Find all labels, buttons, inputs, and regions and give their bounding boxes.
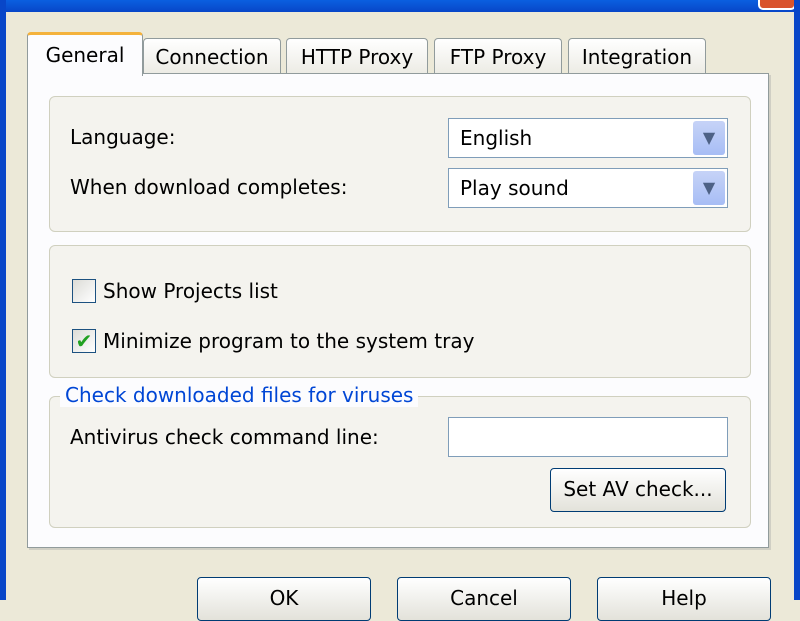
tab-integration[interactable]: Integration bbox=[568, 38, 706, 74]
help-button[interactable]: Help bbox=[597, 577, 771, 621]
download-value: Play sound bbox=[460, 176, 569, 200]
window-border bbox=[0, 0, 6, 600]
tab-general[interactable]: General bbox=[27, 32, 143, 76]
minimize-tray-label[interactable]: Minimize program to the system tray bbox=[103, 329, 474, 353]
language-value: English bbox=[460, 126, 533, 150]
window-border bbox=[794, 0, 800, 600]
language-select[interactable]: English ▼ bbox=[448, 118, 728, 158]
tab-connection[interactable]: Connection bbox=[143, 38, 281, 74]
ok-button[interactable]: OK bbox=[197, 577, 371, 621]
av-label: Antivirus check command line: bbox=[70, 425, 379, 449]
tab-http-proxy[interactable]: HTTP Proxy bbox=[286, 38, 428, 74]
chevron-down-icon[interactable]: ▼ bbox=[693, 121, 725, 155]
close-icon[interactable] bbox=[758, 0, 796, 10]
title-bar[interactable] bbox=[0, 0, 800, 12]
av-command-input[interactable] bbox=[448, 417, 728, 457]
language-label: Language: bbox=[70, 125, 176, 149]
tab-ftp-proxy[interactable]: FTP Proxy bbox=[434, 38, 562, 74]
download-label: When download completes: bbox=[70, 175, 348, 199]
settings-group bbox=[49, 96, 751, 232]
chevron-down-icon[interactable]: ▼ bbox=[693, 171, 725, 205]
options-group bbox=[49, 245, 751, 378]
show-projects-checkbox[interactable] bbox=[72, 279, 96, 303]
download-select[interactable]: Play sound ▼ bbox=[448, 168, 728, 208]
show-projects-label[interactable]: Show Projects list bbox=[103, 279, 278, 303]
cancel-button[interactable]: Cancel bbox=[397, 577, 571, 621]
set-av-check-button[interactable]: Set AV check... bbox=[550, 468, 726, 512]
virus-group-title: Check downloaded files for viruses bbox=[60, 383, 419, 407]
minimize-tray-checkbox[interactable]: ✔ bbox=[72, 329, 96, 353]
